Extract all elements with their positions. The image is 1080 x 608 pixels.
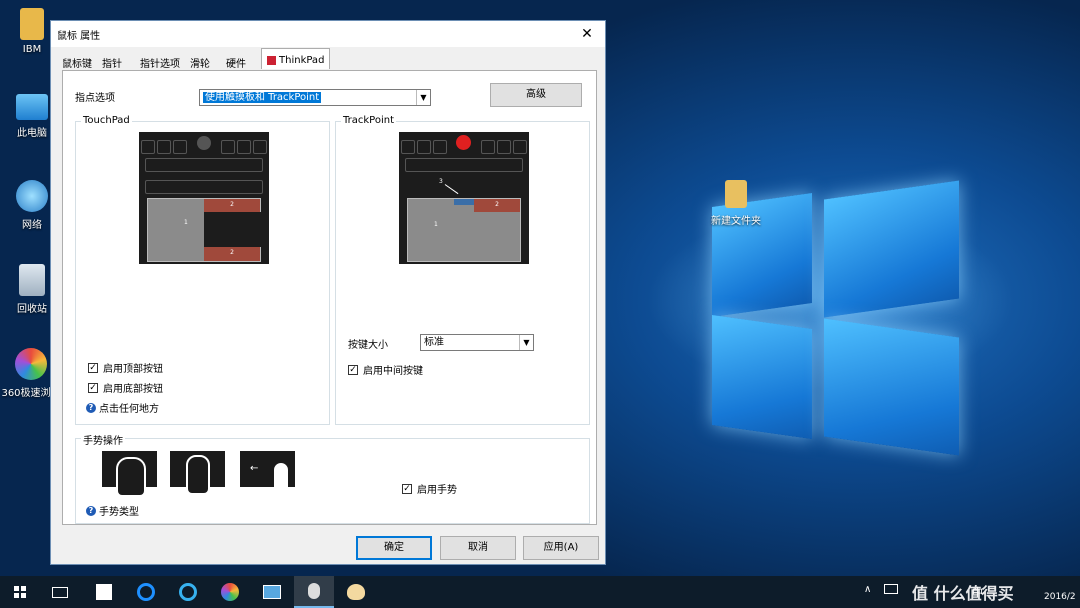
touchpad-bottom-zone: 2 xyxy=(204,247,260,261)
thinkpad-panel: 指点选项 使用触摸板和 TrackPoint ▼ 高级 TouchPad 1 2… xyxy=(62,70,597,525)
gesture-two-finger-scroll-icon xyxy=(170,451,225,495)
360-browser-icon xyxy=(221,583,239,601)
touchpad-top-zone: 2 xyxy=(204,199,260,212)
button-size-label: 按键大小 xyxy=(348,340,388,351)
cancel-button[interactable]: 取消 xyxy=(440,536,516,560)
gestures-title: 手势操作 xyxy=(81,432,125,447)
trackpoint-red-dot-icon xyxy=(456,135,471,150)
chevron-up-icon[interactable]: ∧ xyxy=(864,584,871,595)
mouse-properties-dialog: 鼠标 属性 ✕ 鼠标键 指针 指针选项 滑轮 硬件 ThinkPad 指点选项 … xyxy=(50,20,606,565)
taskbar-ie[interactable] xyxy=(168,576,208,608)
windows-logo xyxy=(712,180,962,456)
touchpad-diagram: 1 2 2 xyxy=(139,132,269,264)
store-icon xyxy=(96,584,112,600)
help-icon: ? xyxy=(86,505,96,516)
checkbox-checked-icon: ✓ xyxy=(402,483,412,494)
button-size-select[interactable]: 标准 ▼ xyxy=(420,334,534,351)
watermark: 值 什么值得买 xyxy=(912,584,1014,603)
gestures-group: 手势操作 ← ✓ 启用手势 ? 手势类型 xyxy=(75,432,590,524)
360-browser-icon xyxy=(15,348,47,380)
pointing-option-select[interactable]: 使用触摸板和 TrackPoint ▼ xyxy=(199,89,431,106)
paint-icon xyxy=(347,584,365,600)
close-button[interactable]: ✕ xyxy=(569,21,605,47)
checkbox-checked-icon: ✓ xyxy=(88,382,98,393)
gesture-types-link[interactable]: ? 手势类型 xyxy=(86,503,139,518)
dialog-title: 鼠标 属性 xyxy=(57,30,101,42)
trackpoint-surface: 1 2 xyxy=(407,198,521,262)
tab-pointers[interactable]: 指针 xyxy=(97,51,127,71)
tap-anywhere-link[interactable]: ? 点击任何地方 xyxy=(86,400,159,415)
chevron-down-icon: ▼ xyxy=(519,335,533,350)
recycle-bin-icon xyxy=(19,264,45,296)
computer-icon xyxy=(16,94,48,120)
taskbar-control-panel[interactable] xyxy=(252,576,292,608)
task-view-button[interactable] xyxy=(40,576,80,608)
enable-middle-button-checkbox[interactable]: ✓ 启用中间按键 xyxy=(348,362,423,377)
trackpoint-title: TrackPoint xyxy=(341,115,396,126)
touchpad-zone-1-label: 1 xyxy=(184,219,188,226)
help-icon: ? xyxy=(86,402,96,413)
windows-icon xyxy=(14,586,26,598)
folder-icon xyxy=(725,180,747,208)
desktop-icon-new-folder[interactable]: 新建文件夹 xyxy=(706,180,766,227)
taskbar-store[interactable] xyxy=(84,576,124,608)
checkbox-checked-icon: ✓ xyxy=(348,364,358,375)
tab-hardware[interactable]: 硬件 xyxy=(221,51,251,71)
taskbar-mouse-properties[interactable] xyxy=(294,576,334,608)
tab-wheel[interactable]: 滑轮 xyxy=(185,51,215,71)
tab-thinkpad[interactable]: ThinkPad xyxy=(261,48,331,69)
taskbar-paint[interactable] xyxy=(336,576,376,608)
ok-button[interactable]: 确定 xyxy=(356,536,432,560)
enable-gestures-checkbox[interactable]: ✓ 启用手势 xyxy=(402,481,457,496)
mouse-icon xyxy=(308,583,320,599)
touchpad-surface: 1 2 2 xyxy=(147,198,262,262)
pointing-option-label: 指点选项 xyxy=(75,93,115,104)
start-button[interactable] xyxy=(0,576,40,608)
gesture-zoom-icon xyxy=(102,451,157,497)
trackpoint-group: TrackPoint 3 1 2 按键大小 标准 ▼ ✓ 启用中间按键 xyxy=(335,115,590,425)
taskbar: ∧ 中 2016/2 值 什么值得买 xyxy=(0,576,1080,608)
trackpoint-diagram: 3 1 2 xyxy=(399,132,529,264)
network-icon[interactable] xyxy=(884,584,898,594)
taskbar-edge[interactable] xyxy=(126,576,166,608)
clock-date[interactable]: 2016/2 xyxy=(1044,592,1076,602)
trackpoint-zone-1-label: 1 xyxy=(434,221,438,228)
tab-buttons[interactable]: 鼠标键 xyxy=(57,51,97,71)
chevron-down-icon: ▼ xyxy=(416,90,430,105)
touchpad-title: TouchPad xyxy=(81,115,132,126)
enable-bottom-buttons-checkbox[interactable]: ✓ 启用底部按钮 xyxy=(88,380,163,395)
arrow-icon xyxy=(444,184,459,195)
touchpad-group: TouchPad 1 2 2 ✓ 启用顶部按钮 ✓ 启用底部按钮 ? 点击任何地… xyxy=(75,115,330,425)
middle-button-zone xyxy=(454,199,474,205)
apply-button[interactable]: 应用(A) xyxy=(523,536,599,560)
tab-pointer-options[interactable]: 指针选项 xyxy=(135,51,185,71)
middle-zone-label: 3 xyxy=(439,178,443,185)
ie-icon xyxy=(179,583,197,601)
enable-top-buttons-checkbox[interactable]: ✓ 启用顶部按钮 xyxy=(88,360,163,375)
task-view-icon xyxy=(52,586,68,598)
title-bar: 鼠标 属性 ✕ xyxy=(51,21,605,47)
folder-icon xyxy=(20,8,44,40)
control-panel-icon xyxy=(263,585,281,599)
advanced-button[interactable]: 高级 xyxy=(490,83,582,107)
trackpoint-right-zone: 2 xyxy=(474,199,520,212)
tab-strip: 鼠标键 指针 指针选项 滑轮 硬件 ThinkPad xyxy=(57,48,331,71)
thinkpad-icon xyxy=(267,55,276,65)
pointer-stick-icon xyxy=(197,136,211,150)
edge-icon xyxy=(137,583,155,601)
taskbar-360-browser[interactable] xyxy=(210,576,250,608)
checkbox-checked-icon: ✓ xyxy=(88,362,98,373)
globe-icon xyxy=(16,180,48,212)
gesture-swipe-icon: ← xyxy=(240,451,295,499)
